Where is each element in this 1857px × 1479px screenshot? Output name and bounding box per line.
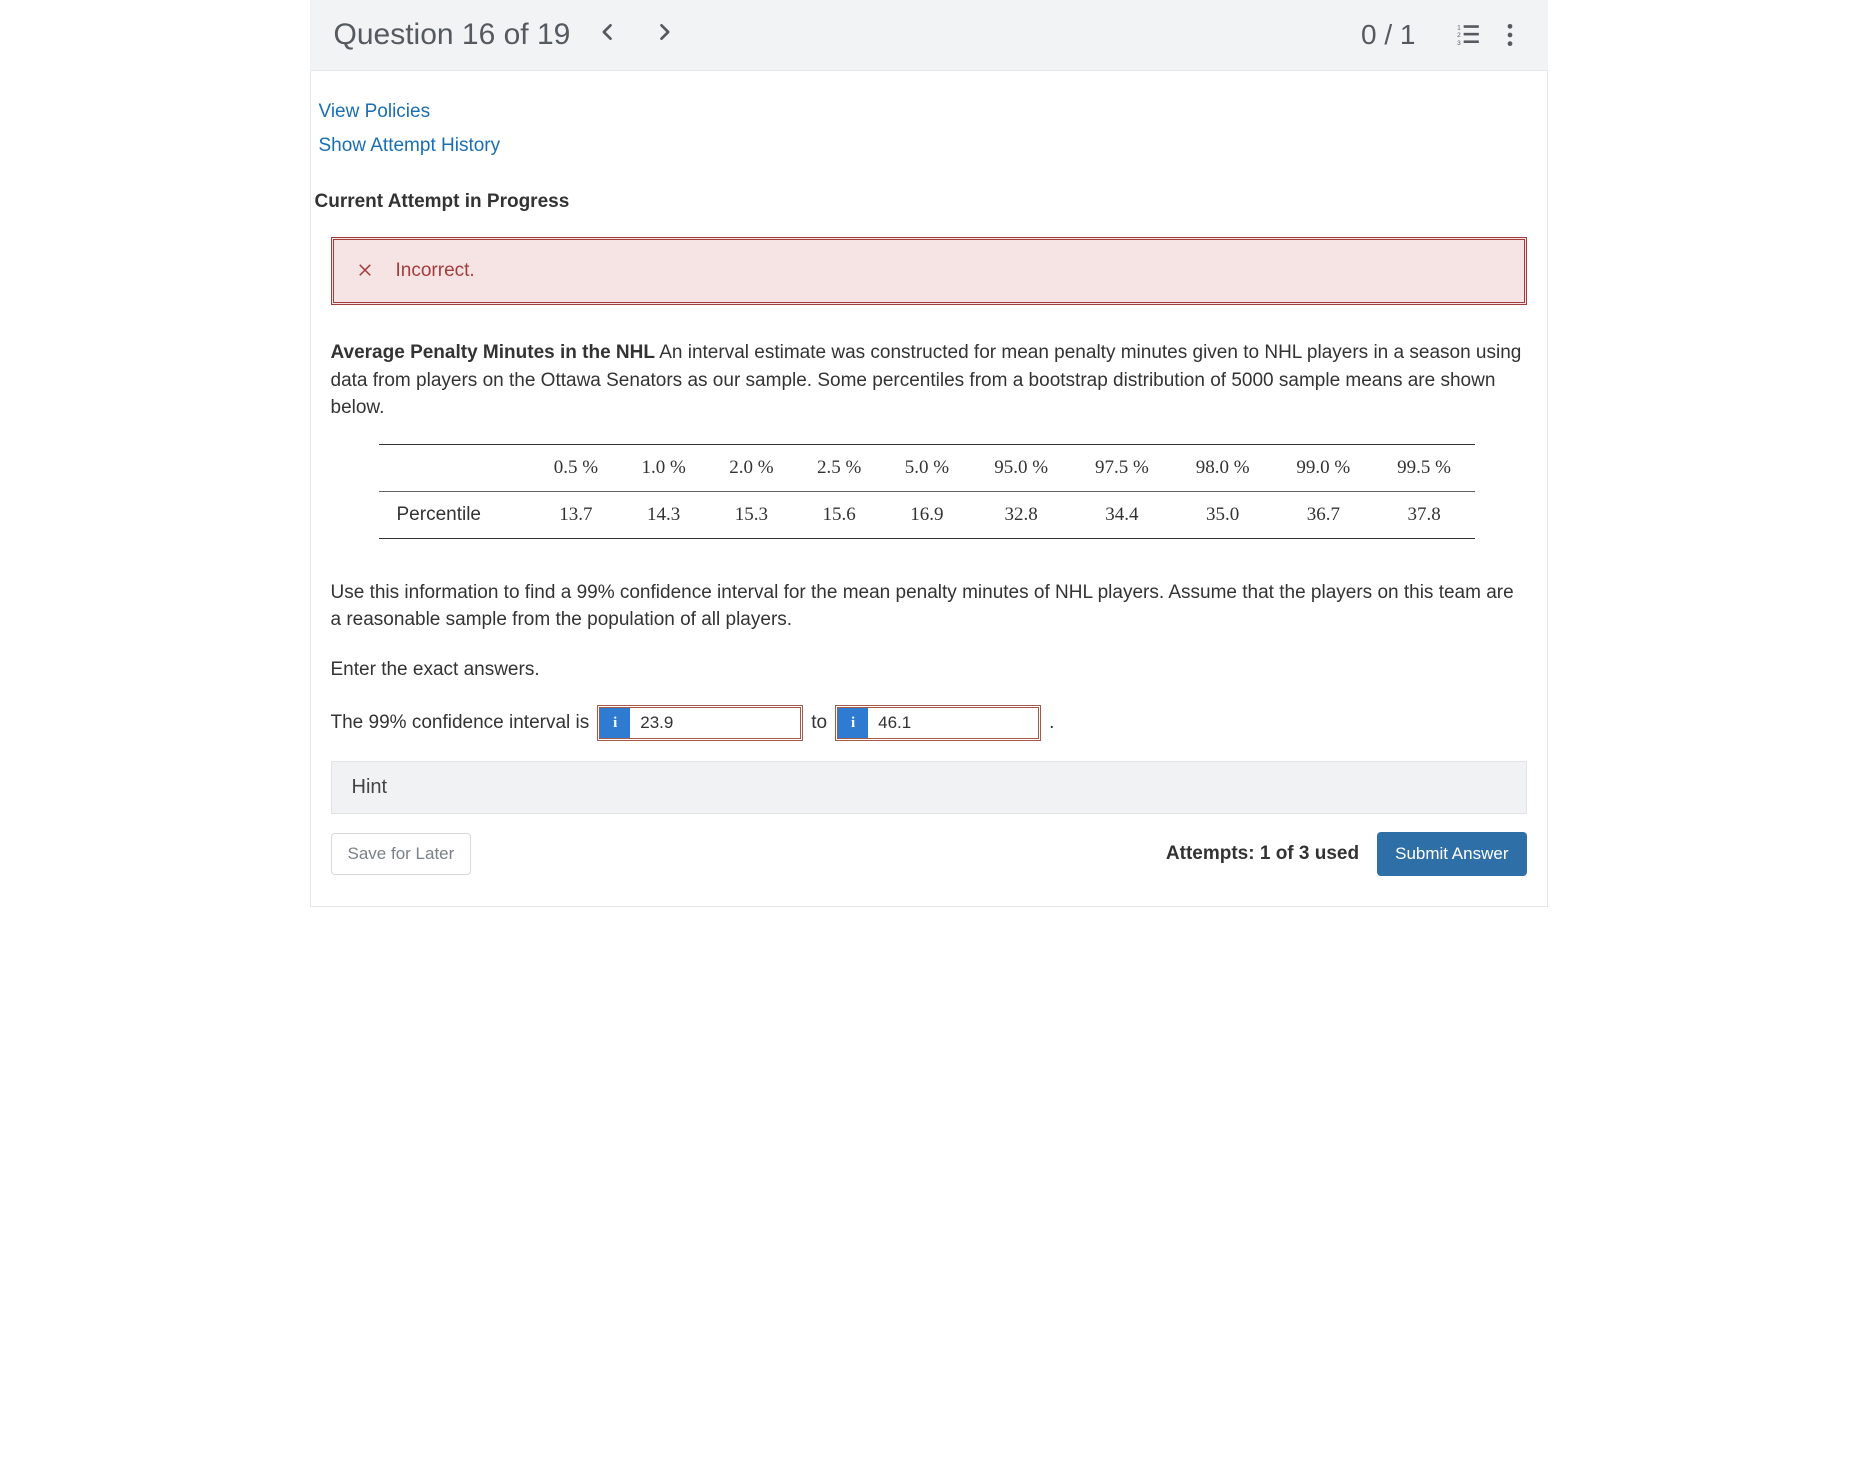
more-menu-icon[interactable] [1496, 21, 1524, 49]
table-cell: 34.4 [1072, 491, 1173, 538]
table-row: Percentile 13.7 14.3 15.3 15.6 16.9 32.8… [379, 491, 1475, 538]
table-header: 99.0 % [1273, 444, 1374, 491]
table-header: 98.0 % [1172, 444, 1273, 491]
submit-answer-button[interactable]: Submit Answer [1377, 832, 1526, 876]
ci-upper-input[interactable] [868, 708, 1038, 738]
footer-row: Save for Later Attempts: 1 of 3 used Sub… [331, 832, 1527, 876]
save-for-later-button[interactable]: Save for Later [331, 833, 472, 875]
table-cell: 15.6 [795, 491, 883, 538]
answer-to: to [811, 712, 827, 734]
info-icon[interactable]: i [600, 708, 630, 738]
current-attempt-heading: Current Attempt in Progress [315, 191, 1547, 213]
svg-text:3: 3 [1457, 40, 1461, 47]
svg-text:1: 1 [1457, 25, 1461, 32]
view-policies-link[interactable]: View Policies [319, 95, 1547, 129]
answer-period: . [1049, 712, 1054, 734]
question-intro: Average Penalty Minutes in the NHL An in… [331, 339, 1527, 422]
table-row-label: Percentile [379, 491, 532, 538]
incorrect-x-icon [356, 258, 374, 284]
show-attempt-history-link[interactable]: Show Attempt History [319, 129, 1547, 163]
status-label: Incorrect. [396, 260, 475, 282]
svg-text:2: 2 [1457, 32, 1461, 39]
header-bar: Question 16 of 19 0 / 1 1 2 3 [310, 0, 1548, 71]
table-header: 99.5 % [1374, 444, 1475, 491]
prev-question-button[interactable] [598, 21, 618, 49]
answer-line: The 99% confidence interval is i to i . [331, 705, 1527, 741]
ci-lower-input[interactable] [630, 708, 800, 738]
answer-input-group-upper: i [835, 705, 1041, 741]
answer-prefix: The 99% confidence interval is [331, 712, 590, 734]
table-cell: 36.7 [1273, 491, 1374, 538]
table-cell: 14.3 [620, 491, 708, 538]
table-cell: 15.3 [708, 491, 796, 538]
question-paragraph3: Enter the exact answers. [331, 656, 1527, 684]
attempts-text: Attempts: 1 of 3 used [1166, 843, 1359, 865]
question-list-icon[interactable]: 1 2 3 [1454, 21, 1482, 49]
table-header: 1.0 % [620, 444, 708, 491]
question-paragraph2: Use this information to find a 99% confi… [331, 579, 1527, 634]
table-header: 0.5 % [532, 444, 620, 491]
table-cell: 35.0 [1172, 491, 1273, 538]
table-header: 2.0 % [708, 444, 796, 491]
table-header: 95.0 % [971, 444, 1072, 491]
table-corner [379, 444, 532, 491]
question-heading: Average Penalty Minutes in the NHL [331, 342, 655, 363]
table-cell: 13.7 [532, 491, 620, 538]
answer-input-group-lower: i [597, 705, 803, 741]
hint-toggle[interactable]: Hint [331, 761, 1527, 814]
info-icon[interactable]: i [838, 708, 868, 738]
table-cell: 32.8 [971, 491, 1072, 538]
table-header: 2.5 % [795, 444, 883, 491]
table-header: 5.0 % [883, 444, 971, 491]
question-title: Question 16 of 19 [334, 18, 571, 52]
table-cell: 37.8 [1374, 491, 1475, 538]
table-header: 97.5 % [1072, 444, 1173, 491]
next-question-button[interactable] [654, 21, 674, 49]
score-display: 0 / 1 [1361, 19, 1415, 51]
status-banner-incorrect: Incorrect. [331, 237, 1527, 305]
table-cell: 16.9 [883, 491, 971, 538]
percentile-table: 0.5 % 1.0 % 2.0 % 2.5 % 5.0 % 95.0 % 97.… [379, 444, 1475, 539]
nav-arrows [598, 21, 674, 49]
